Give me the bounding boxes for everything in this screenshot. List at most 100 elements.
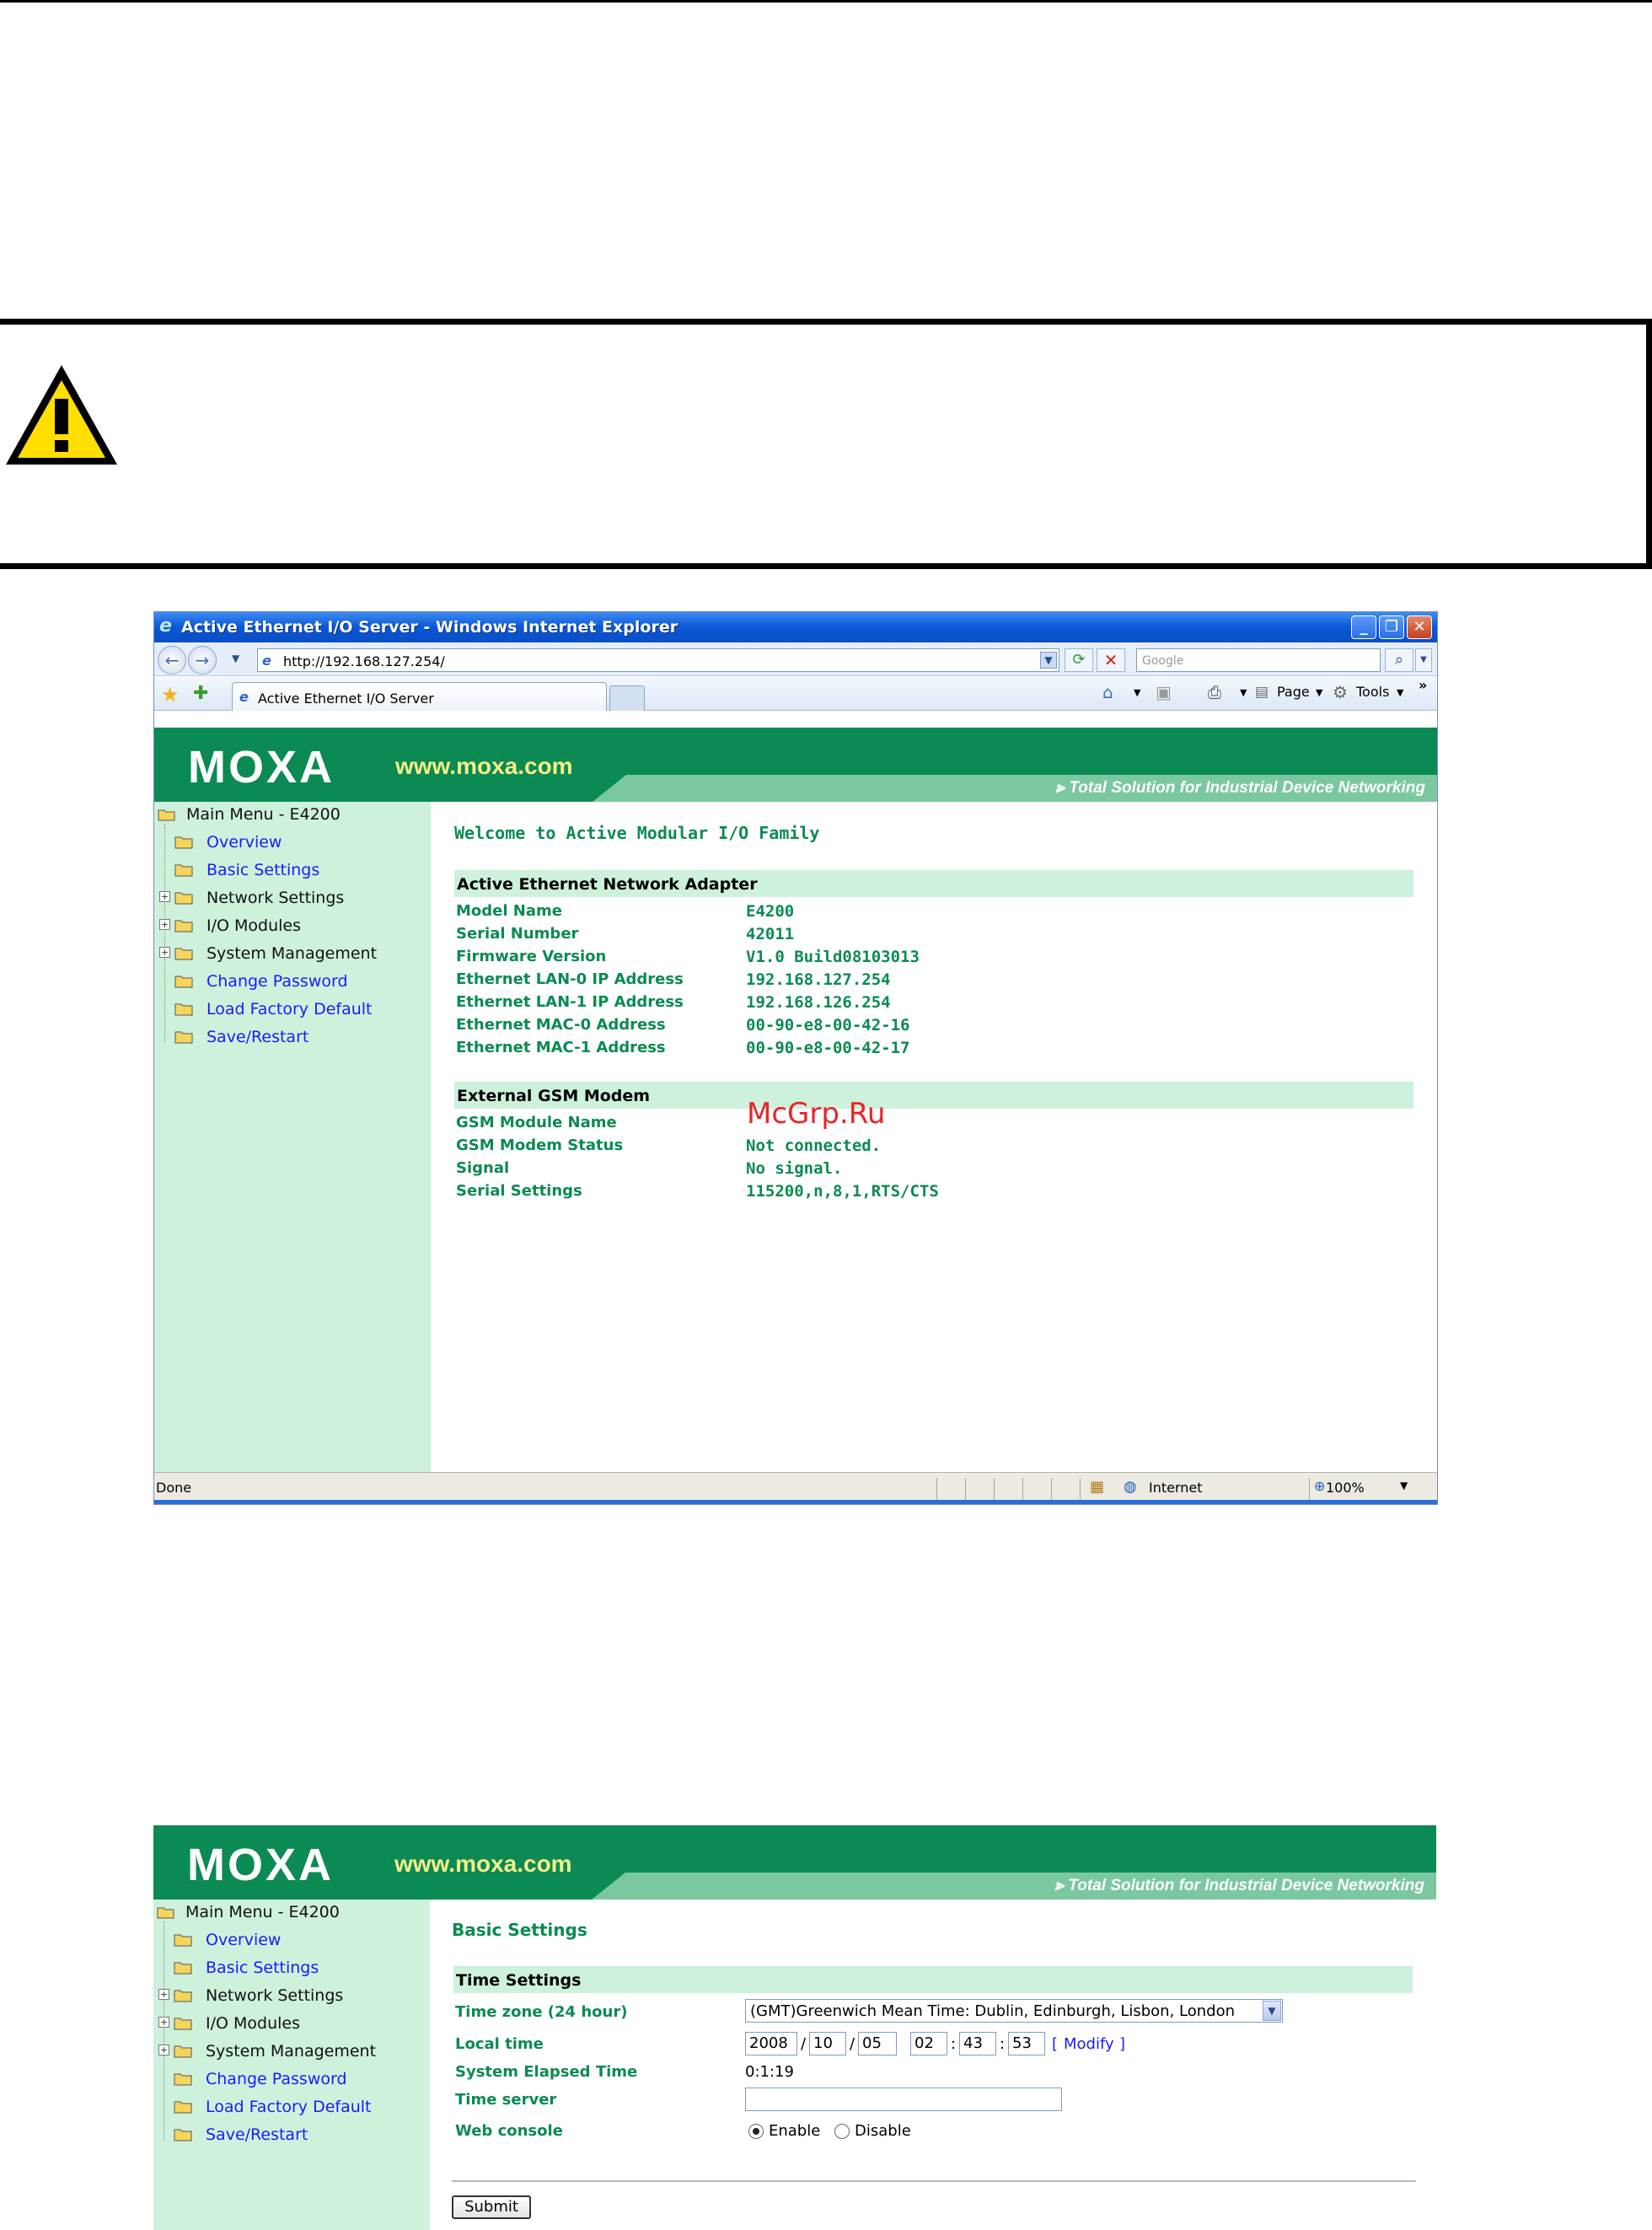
time-server-input[interactable] — [745, 2088, 1062, 2111]
gsm-row-value: 115200,n,8,1,RTS/CTS — [746, 1182, 939, 1201]
page-dropdown-icon[interactable]: ▼ — [1316, 687, 1322, 698]
sidebar-item-label: Basic Settings — [206, 861, 320, 879]
stop-button[interactable]: ✕ — [1097, 648, 1125, 672]
status-text: Done — [156, 1480, 192, 1496]
favorites-star-icon[interactable]: ★ — [161, 683, 180, 707]
disable-label: Disable — [855, 2122, 911, 2140]
sidebar-menu: Main Menu - E4200 Overview Basic Settings… — [154, 802, 431, 1472]
folder-icon — [174, 2129, 192, 2141]
history-dropdown-icon[interactable]: ▼ — [232, 653, 239, 664]
warning-icon — [6, 365, 117, 465]
disable-radio[interactable] — [834, 2124, 850, 2139]
close-button[interactable]: ✕ — [1407, 615, 1432, 639]
expand-plus-icon[interactable]: + — [159, 947, 170, 958]
add-favorite-icon[interactable]: ✚ — [193, 683, 208, 704]
sidebar-item-label: I/O Modules — [206, 916, 301, 935]
sidebar-menu-2: Main Menu - E4200 Overview Basic Settings… — [153, 1900, 430, 2230]
year-input[interactable]: 2008 — [745, 2032, 797, 2055]
print-dropdown-icon[interactable]: ▼ — [1240, 687, 1247, 698]
tab-active[interactable]: e Active Ethernet I/O Server — [232, 682, 607, 711]
tab-page-icon: e — [239, 689, 249, 705]
second-input[interactable]: 53 — [1008, 2032, 1045, 2055]
search-options-button[interactable]: ▼ — [1415, 648, 1432, 672]
zoom-icon[interactable]: ⊕ — [1314, 1478, 1325, 1494]
modify-link[interactable]: Modify — [1064, 2035, 1114, 2053]
tools-menu[interactable]: Tools — [1356, 684, 1389, 700]
feeds-icon[interactable]: ▣ — [1156, 682, 1172, 702]
sidebar-item-label: Save/Restart — [206, 2125, 308, 2144]
page-menu-icon[interactable]: ▤ — [1255, 684, 1268, 701]
tools-dropdown-icon[interactable]: ▼ — [1397, 687, 1403, 698]
status-bar: Done ▦ ◍ Internet ⊕ 100% ▼ — [154, 1472, 1437, 1504]
protected-mode-icon: ▦ — [1090, 1478, 1105, 1496]
date-separator: / — [801, 2035, 807, 2053]
adapter-row-value: 192.168.127.254 — [746, 970, 891, 989]
zoom-level[interactable]: 100% — [1326, 1480, 1365, 1496]
chevron-down-icon[interactable]: ▼ — [1263, 2001, 1281, 2021]
search-icon[interactable]: ⌕ — [1385, 648, 1413, 672]
date-separator: / — [850, 2035, 856, 2053]
tools-gear-icon[interactable]: ⚙ — [1333, 682, 1348, 702]
adapter-row-key: Model Name — [456, 902, 562, 920]
address-input[interactable]: e http://192.168.127.254/ ▼ — [257, 648, 1059, 672]
restore-button[interactable]: ❐ — [1379, 615, 1404, 639]
elapsed-time-label: System Elapsed Time — [455, 2063, 638, 2081]
form-divider — [452, 2180, 1416, 2182]
adapter-row-value: E4200 — [746, 902, 795, 921]
moxa-header-2: MOXA www.moxa.com ⪢ Total Solution for I… — [153, 1825, 1436, 1900]
open-folder-icon — [158, 809, 175, 821]
adapter-row-value: 192.168.126.254 — [746, 993, 891, 1012]
sidebar-item-label: Load Factory Default — [206, 2098, 372, 2116]
page-icon: e — [262, 653, 271, 669]
minimize-button[interactable]: _ — [1351, 615, 1376, 639]
expand-plus-icon[interactable]: + — [158, 1989, 169, 2000]
adapter-row-value: 00-90-e8-00-42-16 — [746, 1016, 910, 1034]
refresh-button[interactable]: ⟳ — [1065, 648, 1093, 672]
forward-button[interactable]: → — [188, 646, 217, 674]
day-input[interactable]: 05 — [858, 2032, 897, 2055]
expand-plus-icon[interactable]: + — [159, 891, 170, 902]
adapter-row-key: Ethernet LAN-1 IP Address — [456, 993, 684, 1011]
search-input[interactable]: Google — [1136, 648, 1381, 672]
minute-input[interactable]: 43 — [959, 2032, 996, 2055]
folder-icon — [174, 1031, 193, 1044]
expand-plus-icon[interactable]: + — [158, 2045, 169, 2055]
adapter-row-value: 00-90-e8-00-42-17 — [746, 1039, 910, 1057]
page-menu[interactable]: Page — [1277, 684, 1310, 700]
time-separator: : — [1000, 2035, 1006, 2053]
elapsed-time-value: 0:1:19 — [745, 2063, 794, 2081]
gsm-section-bar: External GSM Modem — [454, 1082, 1413, 1109]
folder-icon — [174, 1990, 192, 2002]
basic-settings-screenshot: MOXA www.moxa.com ⪢ Total Solution for I… — [153, 1825, 1438, 2230]
enable-label: Enable — [769, 2122, 821, 2140]
month-input[interactable]: 10 — [809, 2032, 846, 2055]
enable-radio[interactable] — [748, 2124, 764, 2139]
folder-icon — [174, 2073, 192, 2086]
home-icon[interactable]: ⌂ — [1102, 682, 1113, 702]
address-dropdown-button[interactable]: ▼ — [1040, 652, 1057, 669]
address-bar: ← → ▼ e http://192.168.127.254/ ▼ ⟳ ✕ Go… — [154, 642, 1437, 676]
folder-icon — [174, 1003, 193, 1016]
back-button[interactable]: ← — [158, 646, 186, 674]
print-icon[interactable]: ⎙ — [1208, 682, 1221, 702]
moxa-tagline: ⪢ Total Solution for Industrial Device N… — [1055, 779, 1425, 797]
timezone-select[interactable]: (GMT)Greenwich Mean Time: Dublin, Edinbu… — [745, 1999, 1283, 2023]
new-tab-button[interactable] — [609, 685, 645, 711]
adapter-row-key: Firmware Version — [456, 948, 607, 965]
address-url: http://192.168.127.254/ — [283, 653, 445, 669]
expand-plus-icon[interactable]: + — [159, 919, 170, 930]
sidebar-item-label: Save/Restart — [206, 1028, 309, 1046]
expand-plus-icon[interactable]: + — [158, 2017, 169, 2028]
tab-label: Active Ethernet I/O Server — [258, 690, 434, 707]
web-console-label: Web console — [455, 2122, 563, 2140]
zoom-dropdown-icon[interactable]: ▼ — [1400, 1480, 1408, 1491]
hour-input[interactable]: 02 — [910, 2032, 947, 2055]
submit-button[interactable]: Submit — [452, 2195, 531, 2219]
toolbar-more-chevron-icon[interactable]: » — [1419, 677, 1427, 693]
sidebar-item-label: Overview — [206, 833, 282, 852]
folder-icon — [174, 2018, 192, 2030]
home-dropdown-icon[interactable]: ▼ — [1134, 687, 1140, 698]
sidebar-item-label: Change Password — [206, 2070, 347, 2088]
globe-icon: ◍ — [1124, 1478, 1137, 1496]
adapter-section-title: Active Ethernet Network Adapter — [457, 875, 758, 894]
